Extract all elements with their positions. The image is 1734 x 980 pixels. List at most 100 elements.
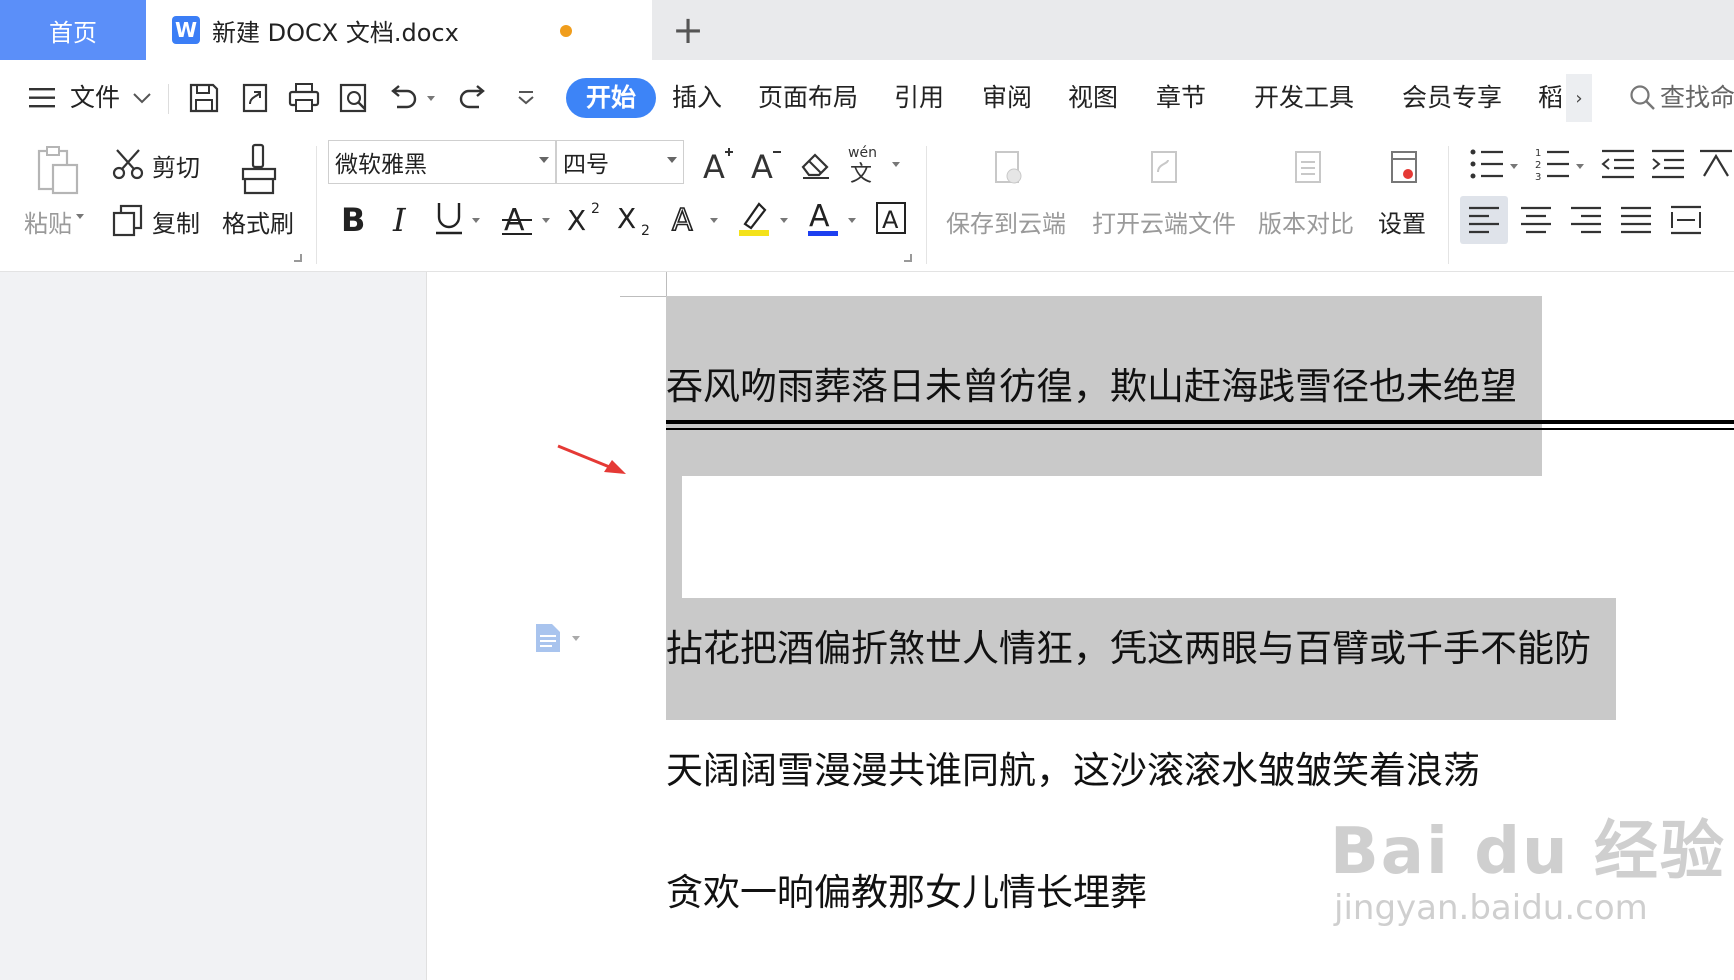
- divider: [1448, 146, 1449, 264]
- font-dialog-launcher[interactable]: [904, 254, 912, 262]
- format-painter-icon[interactable]: [238, 142, 280, 198]
- underline-dropdown-icon[interactable]: [470, 214, 482, 226]
- bold-icon[interactable]: B: [336, 196, 370, 240]
- settings-button[interactable]: 设置: [1378, 204, 1426, 238]
- doc-line-3[interactable]: 天阔阔雪漫漫共谁同航，这沙滚滚水皱皱笑着浪荡: [666, 740, 1480, 794]
- tab-home[interactable]: 首页: [0, 0, 146, 60]
- font-color-dropdown-icon[interactable]: [846, 214, 858, 226]
- doc-line-4[interactable]: 贪欢一晌偏教那女儿情长埋葬: [666, 862, 1147, 916]
- baidu-watermark: Bai du 经验 jingyan.baidu.com: [1330, 800, 1726, 928]
- open-cloud-file-button[interactable]: 打开云端文件: [1092, 204, 1236, 238]
- svg-text:A: A: [751, 148, 773, 182]
- superscript-icon[interactable]: X2: [566, 196, 606, 240]
- highlight-icon[interactable]: [734, 196, 774, 240]
- font-color-icon[interactable]: A: [804, 196, 842, 240]
- paragraph-handle[interactable]: [534, 622, 580, 654]
- open-cloud-file-icon[interactable]: [1146, 148, 1182, 188]
- save-to-cloud-icon[interactable]: [990, 148, 1026, 188]
- strikethrough-dropdown-icon[interactable]: [540, 214, 552, 226]
- tab-start[interactable]: 开始: [566, 78, 657, 118]
- bullet-list-icon[interactable]: [1468, 144, 1508, 184]
- print-preview-icon[interactable]: [336, 78, 372, 118]
- version-compare-button[interactable]: 版本对比: [1258, 204, 1354, 238]
- version-compare-icon[interactable]: [1290, 148, 1326, 188]
- phonetic-dropdown-icon[interactable]: [890, 158, 902, 170]
- tab-docer[interactable]: 稻: [1538, 78, 1563, 118]
- numbered-list-icon[interactable]: 123: [1534, 144, 1574, 184]
- increase-font-size-icon[interactable]: A: [700, 144, 736, 184]
- paste-icon[interactable]: [34, 144, 82, 196]
- new-tab-button[interactable]: +: [668, 8, 708, 52]
- svg-text:I: I: [392, 201, 407, 236]
- numbered-list-dropdown-icon[interactable]: [1574, 160, 1586, 172]
- decrease-font-size-icon[interactable]: A: [748, 144, 784, 184]
- scissors-icon[interactable]: [110, 146, 146, 182]
- customize-toolbar-icon[interactable]: [514, 78, 538, 118]
- text-effect-dropdown-icon[interactable]: [708, 214, 720, 226]
- tab-document[interactable]: W 新建 DOCX 文档.docx: [146, 0, 652, 60]
- tab-member[interactable]: 会员专享: [1402, 78, 1502, 118]
- chevron-right-icon: ›: [1575, 87, 1583, 109]
- justify-icon[interactable]: [1614, 196, 1658, 244]
- svg-text:文: 文: [850, 162, 872, 185]
- doc-line-1[interactable]: 吞风吻雨葬落日未曾彷徨，欺山赶海践雪径也未绝望: [666, 356, 1517, 410]
- align-center-icon[interactable]: [1514, 196, 1558, 244]
- settings-icon[interactable]: [1386, 148, 1422, 188]
- highlight-dropdown-icon[interactable]: [778, 214, 790, 226]
- tab-review[interactable]: 审阅: [982, 78, 1032, 118]
- chinese-layout-icon[interactable]: [1698, 144, 1734, 184]
- search-command[interactable]: 查找命: [1660, 78, 1734, 118]
- tab-insert[interactable]: 插入: [672, 78, 722, 118]
- cut-button[interactable]: 剪切: [152, 148, 200, 182]
- tab-references[interactable]: 引用: [894, 78, 944, 118]
- copy-icon[interactable]: [110, 202, 146, 238]
- svg-text:2: 2: [591, 201, 600, 217]
- distributed-align-icon[interactable]: [1664, 196, 1708, 244]
- increase-indent-icon[interactable]: [1648, 144, 1688, 184]
- print-icon[interactable]: [286, 78, 322, 118]
- decrease-indent-icon[interactable]: [1598, 144, 1638, 184]
- format-painter-button[interactable]: 格式刷: [222, 204, 294, 238]
- copy-button[interactable]: 复制: [152, 204, 200, 238]
- svg-text:2: 2: [641, 223, 650, 237]
- undo-icon[interactable]: [386, 78, 420, 118]
- file-menu[interactable]: 文件: [70, 78, 120, 118]
- align-right-icon[interactable]: [1564, 196, 1608, 244]
- svg-text:wén: wén: [848, 145, 877, 161]
- tab-view[interactable]: 视图: [1068, 78, 1118, 118]
- save-icon[interactable]: [186, 78, 222, 118]
- text-effect-icon[interactable]: A: [668, 196, 704, 240]
- strikethrough-icon[interactable]: A: [498, 196, 536, 240]
- watermark-sub: jingyan.baidu.com: [1334, 888, 1648, 928]
- clipboard-dialog-launcher[interactable]: [294, 254, 302, 262]
- tab-document-label: 新建 DOCX 文档.docx: [212, 18, 459, 47]
- redo-icon[interactable]: [456, 78, 490, 118]
- tab-home-label: 首页: [49, 18, 97, 47]
- paste-button[interactable]: 粘贴: [24, 204, 84, 238]
- save-to-cloud-button[interactable]: 保存到云端: [946, 204, 1066, 238]
- chevron-down-icon[interactable]: [130, 78, 154, 118]
- phonetic-guide-icon[interactable]: wén 文: [846, 142, 886, 186]
- unsaved-dot-icon: [560, 25, 572, 37]
- font-name-select[interactable]: 微软雅黑: [328, 140, 556, 184]
- italic-icon[interactable]: I: [386, 196, 416, 240]
- clear-formatting-icon[interactable]: [798, 144, 834, 184]
- tabs-scroll-right-button[interactable]: ›: [1566, 74, 1592, 122]
- tab-developer[interactable]: 开发工具: [1254, 78, 1354, 118]
- bullet-list-dropdown-icon[interactable]: [1508, 160, 1520, 172]
- margin-marker: [666, 272, 667, 296]
- paste-label: 粘贴: [24, 209, 72, 238]
- underline-icon[interactable]: [432, 196, 466, 240]
- undo-dropdown-icon[interactable]: [424, 78, 438, 118]
- hamburger-icon[interactable]: [28, 78, 58, 118]
- doc-line-2[interactable]: 拈花把酒偏折煞世人情狂，凭这两眼与百臂或千手不能防: [666, 618, 1591, 672]
- paragraph-dropdown-icon[interactable]: [572, 635, 580, 641]
- search-icon[interactable]: [1628, 78, 1658, 118]
- subscript-icon[interactable]: X2: [616, 196, 656, 240]
- export-pdf-icon[interactable]: [238, 78, 274, 118]
- align-left-icon[interactable]: [1460, 196, 1508, 244]
- font-size-select[interactable]: 四号: [556, 140, 684, 184]
- tab-section[interactable]: 章节: [1156, 78, 1206, 118]
- character-border-icon[interactable]: A: [872, 196, 910, 240]
- tab-page-layout[interactable]: 页面布局: [758, 78, 858, 118]
